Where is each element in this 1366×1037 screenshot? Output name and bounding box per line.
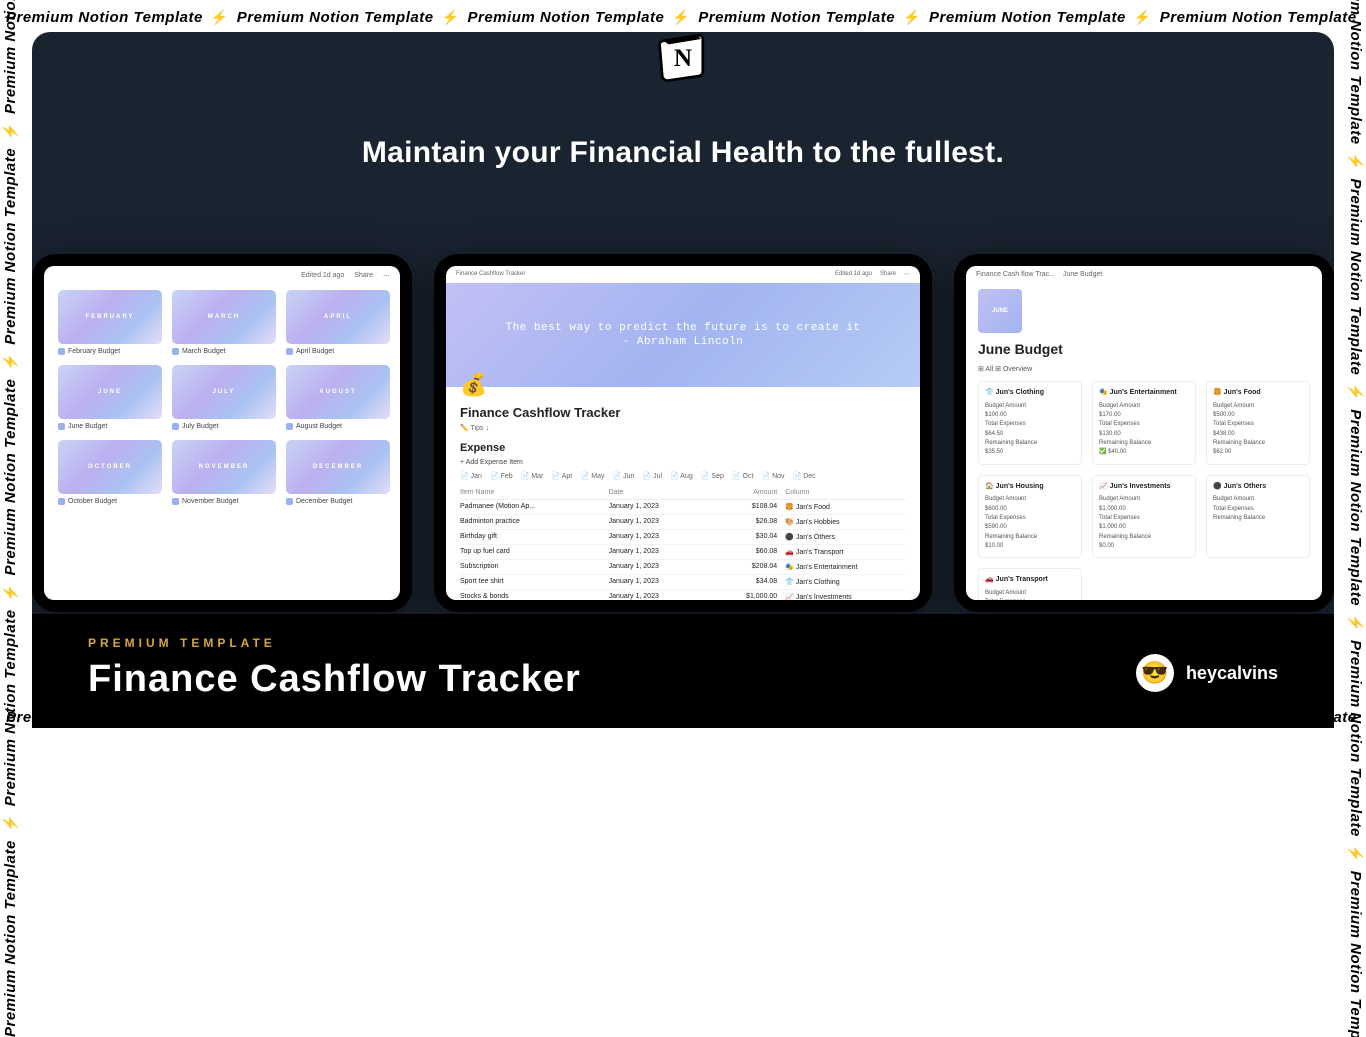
table-row[interactable]: SubscriptionJanuary 1, 2023$208.04🎭 Jan'… bbox=[460, 560, 906, 575]
month-card[interactable]: MARCHMarch Budget bbox=[172, 290, 276, 355]
table-row[interactable]: Top up fuel cardJanuary 1, 2023$60.08🚗 J… bbox=[460, 545, 906, 560]
expense-table: Item Name Date Amount Column Padmanee (M… bbox=[460, 486, 906, 600]
table-row[interactable]: Padmanee (Motion Ap...January 1, 2023$10… bbox=[460, 500, 906, 515]
hero-headline: Maintain your Financial Health to the fu… bbox=[32, 136, 1334, 170]
table-row[interactable]: Stocks & bondsJanuary 1, 2023$1,000.00📈 … bbox=[460, 590, 906, 600]
marquee-top: Premium Notion Template⚡Premium Notion T… bbox=[0, 4, 1366, 30]
tablet-right: Finance Cash flow Trac... June Budget JU… bbox=[954, 254, 1334, 612]
month-tab[interactable]: 📄 Oct bbox=[732, 472, 754, 480]
budget-cards-top: 👕 Jun's ClothingBudget Amount$100.00Tota… bbox=[966, 381, 1322, 465]
footer-title: Finance Cashflow Tracker bbox=[88, 658, 581, 701]
svg-text:N: N bbox=[674, 45, 692, 72]
tablet-center: Finance Cashflow Tracker Edited 1d ago S… bbox=[434, 254, 932, 612]
footer-tag: PREMIUM TEMPLATE bbox=[88, 636, 581, 650]
moneybag-icon: 💰 bbox=[460, 373, 488, 399]
rt-thumb: JUNE bbox=[978, 289, 1022, 333]
month-tab[interactable]: 📄 Apr bbox=[551, 472, 572, 480]
month-card[interactable]: FEBRUARYFebruary Budget bbox=[58, 290, 162, 355]
month-tab[interactable]: 📄 Jul bbox=[642, 472, 662, 480]
month-card[interactable]: OCTOBEROctober Budget bbox=[58, 440, 162, 505]
budget-card[interactable]: 🚗 Jun's TransportBudget AmountTotal Expe… bbox=[978, 568, 1082, 600]
rt-tabs[interactable]: ⊞ All ⊞ Overview bbox=[978, 365, 1322, 373]
month-card[interactable]: JULYJuly Budget bbox=[172, 365, 276, 430]
month-card[interactable]: DECEMBERDecember Budget bbox=[286, 440, 390, 505]
month-tab[interactable]: 📄 Mar bbox=[521, 472, 544, 480]
month-tab[interactable]: 📄 Sep bbox=[701, 472, 724, 480]
table-row[interactable]: Badminton practiceJanuary 1, 2023$26.08🎨… bbox=[460, 515, 906, 530]
table-row[interactable]: Birthday giftJanuary 1, 2023$30.04⚫ Jan'… bbox=[460, 530, 906, 545]
month-tab[interactable]: 📄 Jan bbox=[460, 472, 482, 480]
marquee-left: Premium Notion Template⚡Premium Notion T… bbox=[0, 0, 23, 1037]
month-tab[interactable]: 📄 Aug bbox=[670, 472, 693, 480]
month-card[interactable]: AUGUSTAugust Budget bbox=[286, 365, 390, 430]
budget-card[interactable]: 🍔 Jun's FoodBudget Amount$500.00Total Ex… bbox=[1206, 381, 1310, 465]
tablets-row: Edited 1d ago Share ⋯ FEBRUARYFebruary B… bbox=[32, 254, 1334, 614]
expense-heading: Expense bbox=[460, 442, 906, 454]
budget-card[interactable]: ⚫ Jun's OthersBudget AmountTotal Expense… bbox=[1206, 475, 1310, 559]
table-row[interactable]: Sport tee shirtJanuary 1, 2023$34.08👕 Ja… bbox=[460, 575, 906, 590]
footer-bar: PREMIUM TEMPLATE Finance Cashflow Tracke… bbox=[32, 614, 1334, 728]
budget-card[interactable]: 🏠 Jun's HousingBudget Amount$600.00Total… bbox=[978, 475, 1082, 559]
month-tab[interactable]: 📄 Dec bbox=[793, 472, 816, 480]
month-tab[interactable]: 📄 Nov bbox=[761, 472, 784, 480]
brand: 😎 heycalvins bbox=[1136, 654, 1278, 692]
month-tab[interactable]: 📄 May bbox=[581, 472, 605, 480]
rt-title: June Budget bbox=[978, 341, 1322, 357]
month-card[interactable]: APRILApril Budget bbox=[286, 290, 390, 355]
month-tab[interactable]: 📄 Feb bbox=[490, 472, 513, 480]
lt-header: Edited 1d ago Share ⋯ bbox=[44, 266, 400, 286]
rt-breadcrumb: Finance Cash flow Trac... June Budget bbox=[966, 266, 1322, 283]
quote-banner: The best way to predict the future is to… bbox=[446, 283, 920, 387]
notion-logo-icon: N bbox=[653, 32, 713, 84]
add-expense-button[interactable]: + Add Expense Item bbox=[460, 459, 906, 466]
tips-link[interactable]: ✏️ Tips ↓ bbox=[460, 424, 906, 432]
budget-cards-bottom: 🏠 Jun's HousingBudget Amount$600.00Total… bbox=[966, 465, 1322, 559]
month-card[interactable]: JUNEJune Budget bbox=[58, 365, 162, 430]
budget-card[interactable]: 🎭 Jun's EntertainmentBudget Amount$170.0… bbox=[1092, 381, 1196, 465]
month-tab[interactable]: 📄 Jun bbox=[612, 472, 634, 480]
budget-card[interactable]: 👕 Jun's ClothingBudget Amount$100.00Tota… bbox=[978, 381, 1082, 465]
ct-breadcrumb: Finance Cashflow Tracker bbox=[456, 271, 525, 278]
month-card[interactable]: NOVEMBERNovember Budget bbox=[172, 440, 276, 505]
marquee-right: Premium Notion Template⚡Premium Notion T… bbox=[1343, 0, 1366, 1037]
budget-cards-last: 🚗 Jun's TransportBudget AmountTotal Expe… bbox=[966, 558, 1322, 600]
month-grid: FEBRUARYFebruary BudgetMARCHMarch Budget… bbox=[44, 286, 400, 515]
month-tabs[interactable]: 📄 Jan 📄 Feb 📄 Mar 📄 Apr 📄 May 📄 Jun 📄 Jul 📄 Aug… bbox=[460, 472, 906, 480]
avatar-icon: 😎 bbox=[1136, 654, 1174, 692]
tablet-left: Edited 1d ago Share ⋯ FEBRUARYFebruary B… bbox=[32, 254, 412, 612]
budget-card[interactable]: 📈 Jun's InvestmentsBudget Amount$1,000.0… bbox=[1092, 475, 1196, 559]
hero-panel: N Maintain your Financial Health to the … bbox=[32, 32, 1334, 728]
page-title: Finance Cashflow Tracker bbox=[460, 405, 906, 420]
